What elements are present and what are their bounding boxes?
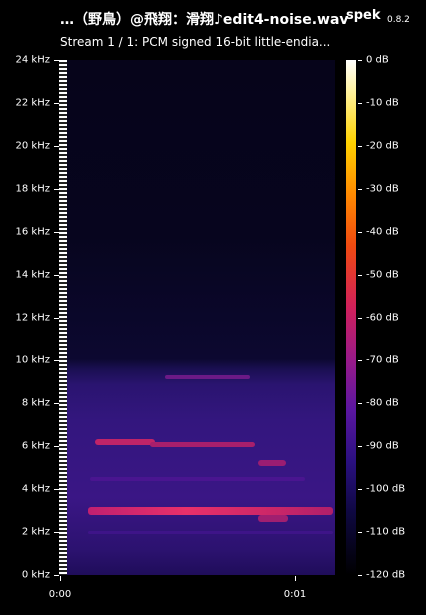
freq-tick-label: 4 kHz [21, 483, 50, 495]
harmonic-band-5khz [258, 460, 286, 466]
app-version: 0.8.2 [387, 15, 410, 25]
db-tick-label: -110 dB [366, 526, 406, 538]
db-tick [358, 231, 362, 233]
db-tick [358, 575, 362, 576]
freq-tick-label: 0 kHz [21, 569, 50, 581]
freq-tick-label: 22 kHz [15, 97, 50, 109]
harmonic-band-2khz [88, 531, 333, 534]
db-tick [358, 188, 362, 190]
harmonic-band-9khz [165, 375, 250, 379]
db-tick-label: -10 dB [366, 97, 399, 109]
db-tick-label: 0 dB [366, 54, 389, 66]
db-tick [358, 317, 362, 319]
harmonic-band-3khz-tail [258, 515, 288, 522]
db-colorbar [346, 60, 356, 575]
time-tick [60, 576, 61, 581]
db-tick-label: -100 dB [366, 483, 406, 495]
db-tick-label: -120 dB [366, 569, 406, 581]
db-tick [358, 403, 362, 405]
db-tick-label: -20 dB [366, 140, 399, 152]
freq-tick-label: 18 kHz [15, 183, 50, 195]
db-tick-label: -70 dB [366, 354, 399, 366]
db-tick [358, 274, 362, 276]
time-tick [295, 576, 296, 581]
db-tick-label: -50 dB [366, 269, 399, 281]
freq-tick-label: 20 kHz [15, 140, 50, 152]
spectrogram-plot[interactable] [60, 60, 335, 575]
db-tick-label: -60 dB [366, 312, 399, 323]
app-name: spek [346, 8, 381, 23]
freq-tick-label: 24 kHz [15, 54, 50, 66]
harmonic-band-6khz [95, 439, 155, 445]
db-tick [358, 446, 362, 448]
db-tick [358, 102, 362, 104]
db-tick [358, 145, 362, 147]
file-title: …（野鳥）@飛翔：滑翔♪edit4-noise.wav [60, 12, 349, 28]
db-tick [358, 360, 362, 362]
freq-tick-label: 16 kHz [15, 226, 50, 238]
freq-tick-label: 12 kHz [15, 312, 50, 323]
plot-left-edge [59, 60, 67, 575]
harmonic-band-4khz [90, 477, 305, 481]
db-tick [358, 489, 362, 491]
freq-tick-label: 10 kHz [15, 354, 50, 366]
db-tick-label: -90 dB [366, 440, 399, 452]
db-tick [358, 60, 362, 61]
freq-tick-label: 2 kHz [21, 526, 50, 538]
stream-info: Stream 1 / 1: PCM signed 16-bit little-e… [60, 35, 331, 49]
freq-tick-label: 6 kHz [21, 440, 50, 452]
db-tick-label: -30 dB [366, 183, 399, 195]
freq-tick-label: 14 kHz [15, 269, 50, 281]
db-tick-label: -80 dB [366, 397, 399, 409]
db-tick [358, 532, 362, 534]
harmonic-band-6khz-b [150, 442, 255, 447]
freq-tick [54, 575, 59, 576]
freq-tick-label: 8 kHz [21, 397, 50, 409]
time-tick-label: 0:01 [283, 589, 307, 600]
db-tick-label: -40 dB [366, 226, 399, 238]
time-tick-label: 0:00 [48, 589, 72, 600]
harmonic-band-3khz [88, 507, 333, 515]
